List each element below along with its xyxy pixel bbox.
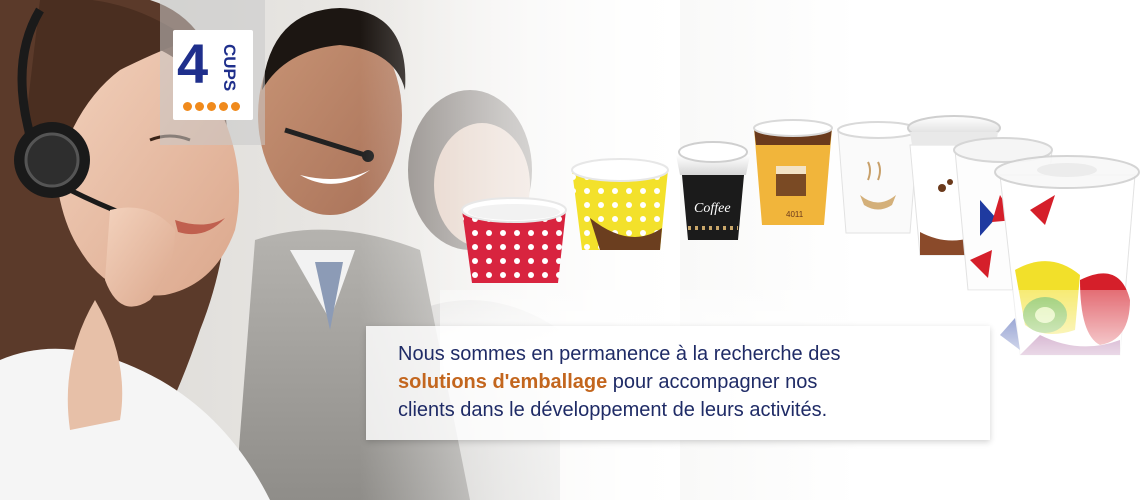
tagline-line-3: clients dans le développement de leurs a… (398, 399, 828, 421)
logo-dots (183, 102, 240, 111)
tagline-highlight: solutions d'emballage (398, 371, 608, 393)
hero-banner: 4 CUPS Coffee 4011 Nous sommes en perman… (0, 0, 1144, 500)
tagline-box: Nous sommes en permanence à la recherche… (366, 326, 990, 440)
black-coffee-cup: Coffee (676, 141, 750, 240)
cake-print-cup: 4011 (753, 119, 833, 225)
red-polka-dot-cup (461, 197, 567, 283)
tagline-line-1: Nous sommes en permanence à la recherche… (398, 343, 841, 365)
yellow-polka-dot-cup (571, 158, 669, 250)
tagline-line-2: pour accompagner nos (607, 371, 818, 393)
logo-word: CUPS (220, 44, 239, 92)
brand-logo[interactable]: 4 CUPS (173, 30, 253, 120)
coffee-cup-label: Coffee (694, 201, 731, 216)
logo-number: 4 (177, 32, 208, 95)
white-coffee-print-cup (837, 121, 919, 234)
cup-code-label: 4011 (786, 210, 804, 219)
tagline-text: Nous sommes en permanence à la recherche… (398, 340, 960, 424)
